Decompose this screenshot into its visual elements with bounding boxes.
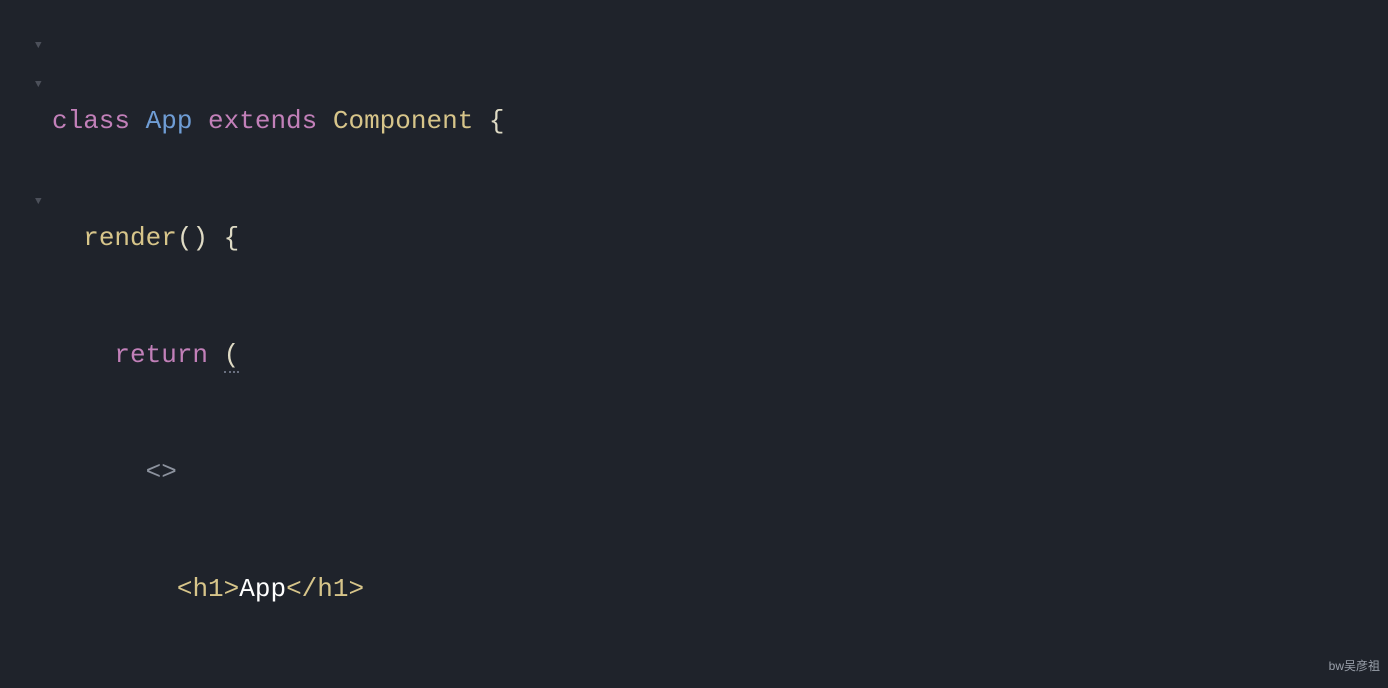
paren-open: ( [224, 340, 240, 373]
brace-open: { [489, 106, 505, 136]
tag-close: > [224, 574, 240, 604]
brace-open: { [224, 223, 240, 253]
watermark: bw吴彦祖 [1329, 647, 1380, 686]
code-line: <h1>App</h1> [52, 570, 1388, 609]
tag-end-open: </ [286, 574, 317, 604]
code-editor[interactable]: ▼ ▼ ▼ class App extends Component { rend… [0, 0, 1388, 688]
code-line: render() { [52, 219, 1388, 258]
fragment-open: <> [146, 457, 177, 487]
fold-toggle-icon[interactable]: ▼ [35, 27, 42, 66]
parens: () [177, 223, 208, 253]
keyword-return: return [114, 340, 208, 370]
fold-toggle-icon[interactable]: ▼ [35, 66, 42, 105]
code-line: class App extends Component { [52, 102, 1388, 141]
keyword-extends: extends [208, 106, 317, 136]
method-name: render [83, 223, 177, 253]
code-line: return ( [52, 336, 1388, 375]
code-area[interactable]: class App extends Component { render() {… [52, 24, 1388, 688]
jsx-text: App [239, 574, 286, 604]
code-line: <> [52, 453, 1388, 492]
keyword-class: class [52, 106, 130, 136]
gutter: ▼ ▼ ▼ [0, 0, 52, 688]
tag-name: h1 [192, 574, 223, 604]
tag-end-close: > [349, 574, 365, 604]
tag-end-name: h1 [317, 574, 348, 604]
class-name: App [146, 106, 193, 136]
tag-open: < [177, 574, 193, 604]
extends-name: Component [333, 106, 473, 136]
fold-toggle-icon[interactable]: ▼ [35, 183, 42, 222]
